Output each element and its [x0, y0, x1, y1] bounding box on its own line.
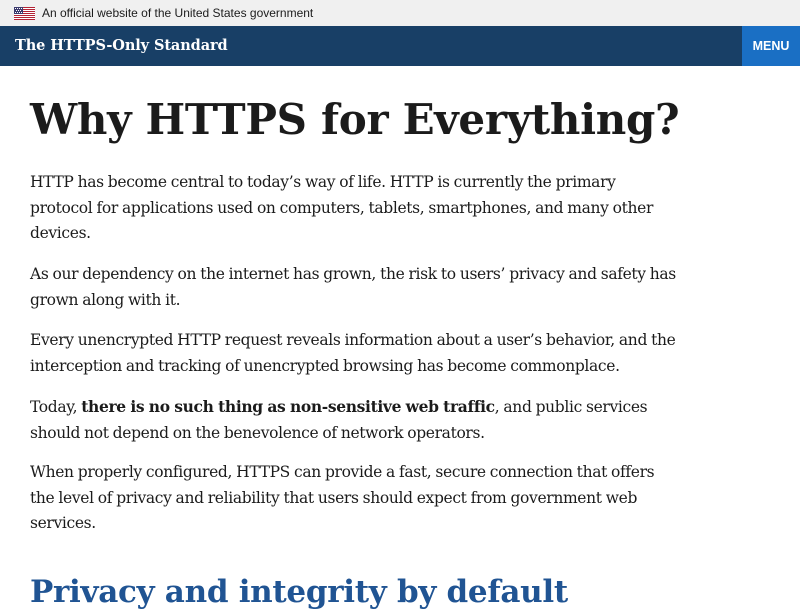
site-title-link[interactable]: The HTTPS-Only Standard — [15, 26, 228, 66]
gov-banner-text: An official website of the United States… — [42, 6, 314, 20]
us-flag-icon — [14, 6, 35, 20]
paragraph-3: Every unencrypted HTTP request reveals i… — [30, 331, 676, 375]
menu-button[interactable]: MENU — [742, 26, 800, 66]
page-title: Why HTTPS for Everything? — [30, 95, 680, 144]
paragraph-4-lead: Today, — [30, 398, 82, 416]
paragraph-2: As our dependency on the internet has gr… — [30, 265, 676, 309]
gov-banner: An official website of the United States… — [0, 0, 800, 26]
paragraph-4: Today, there is no such thing as non-sen… — [30, 394, 680, 446]
site-header: The HTTPS-Only Standard MENU — [0, 26, 800, 66]
paragraph-5: When properly configured, HTTPS can prov… — [30, 463, 655, 532]
paragraph-4-emphasis: there is no such thing as non-sensitive … — [81, 397, 495, 416]
section-heading: Privacy and integrity by default — [30, 574, 568, 610]
main-content: Why HTTPS for Everything? HTTP has becom… — [30, 92, 680, 610]
paragraph-1: HTTP has become central to today’s way o… — [30, 173, 654, 242]
